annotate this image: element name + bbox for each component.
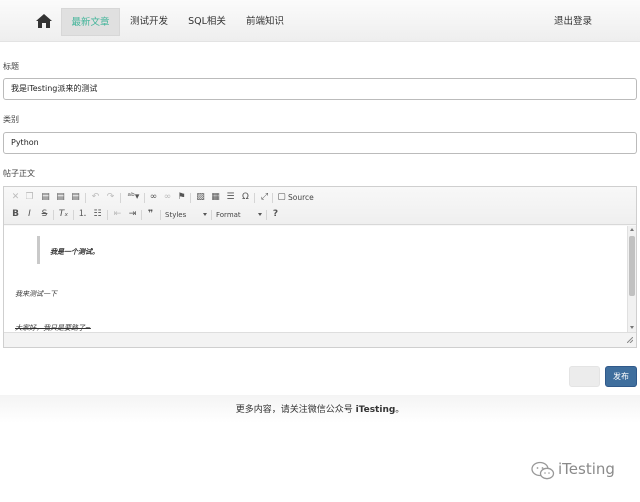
home-icon[interactable] (35, 13, 53, 29)
toolbar-separator (73, 210, 74, 220)
scroll-thumb[interactable] (629, 236, 635, 296)
nav-item-sql[interactable]: SQL相关 (184, 8, 230, 36)
help-icon[interactable]: ? (270, 209, 281, 220)
category-label: 类别 (3, 115, 19, 124)
toolbar-separator (107, 210, 108, 220)
nav-item-latest-articles[interactable]: 最新文章 (61, 8, 120, 36)
table-icon[interactable]: ▦ (210, 192, 221, 203)
toolbar-separator (254, 193, 255, 203)
disabled-button (569, 366, 600, 387)
unlink-icon[interactable]: ∞ (162, 192, 173, 203)
toolbar-row-2: B I S Tₓ ⒈ ☷ ⇤ ⇥ ❞ Styles Format ? (10, 209, 630, 222)
image-icon[interactable]: ▨ (195, 192, 206, 203)
title-input[interactable]: 我是iTesting派来的测试 (3, 78, 637, 100)
footer-text: 更多内容，请关注微信公众号 iTesting。 (0, 402, 640, 415)
content-line-3: 大家好，我只是要路了~ (15, 324, 91, 332)
bold-icon[interactable]: B (10, 209, 21, 220)
cut-icon[interactable]: ✕ (10, 192, 21, 203)
format-dropdown[interactable]: Format (216, 209, 264, 221)
toolbar-separator (266, 210, 267, 220)
toolbar-separator (144, 193, 145, 203)
toolbar-row-1: ✕ ❐ ▤ ▤ ▤ ↶ ↷ ᵃᵇ▾ ∞ ∞ ⚑ ▨ ▦ ☰ Ω ⤢ ▢ Sour… (10, 192, 630, 205)
maximize-icon[interactable]: ⤢ (259, 192, 270, 203)
toolbar-separator (141, 210, 142, 220)
top-navbar: 最新文章 测试开发 SQL相关 前端知识 退出登录 (0, 0, 640, 42)
title-label: 标题 (3, 62, 19, 71)
copy-icon[interactable]: ❐ (24, 192, 35, 203)
spellcheck-icon[interactable]: ᵃᵇ▾ (125, 192, 142, 203)
toolbar-separator (53, 210, 54, 220)
italic-icon[interactable]: I (24, 209, 35, 220)
toolbar-separator (272, 193, 273, 203)
paste-text-icon[interactable]: ▤ (55, 192, 66, 203)
blockquote-icon[interactable]: ❞ (145, 209, 156, 220)
watermark-text: iTesting (558, 460, 615, 478)
content-quote-text: 我是一个测试。 (50, 248, 99, 256)
horizontal-line-icon[interactable]: ☰ (225, 192, 236, 203)
logout-link[interactable]: 退出登录 (554, 8, 592, 36)
redo-icon[interactable]: ↷ (105, 192, 116, 203)
page: 最新文章 测试开发 SQL相关 前端知识 退出登录 标题 我是iTesting派… (0, 0, 640, 502)
chevron-down-icon (258, 213, 262, 216)
link-icon[interactable]: ∞ (148, 192, 159, 203)
rich-text-editor: ✕ ❐ ▤ ▤ ▤ ↶ ↷ ᵃᵇ▾ ∞ ∞ ⚑ ▨ ▦ ☰ Ω ⤢ ▢ Sour… (3, 186, 637, 348)
nav-item-test-dev[interactable]: 测试开发 (126, 8, 172, 36)
editor-scrollbar[interactable] (627, 226, 636, 332)
toolbar-separator (190, 193, 191, 203)
blockquote-bar (37, 236, 40, 264)
scroll-down-icon[interactable] (630, 326, 634, 329)
styles-dropdown[interactable]: Styles (165, 209, 209, 221)
strike-icon[interactable]: S (39, 209, 50, 220)
body-label: 帖子正文 (3, 169, 35, 178)
styles-dropdown-label: Styles (165, 211, 187, 219)
wechat-icon (531, 461, 555, 480)
toolbar-separator (120, 193, 121, 203)
paste-word-icon[interactable]: ▤ (70, 192, 81, 203)
toolbar-separator (160, 210, 161, 220)
footer-prefix: 更多内容，请关注微信公众号 (235, 405, 356, 415)
scroll-up-icon[interactable] (630, 228, 634, 231)
format-dropdown-label: Format (216, 211, 241, 219)
toolbar-separator (85, 193, 86, 203)
remove-format-icon[interactable]: Tₓ (58, 209, 69, 220)
indent-icon[interactable]: ⇥ (127, 209, 138, 220)
undo-icon[interactable]: ↶ (90, 192, 101, 203)
editor-statusbar (4, 332, 636, 347)
content-line-2: 我来测试一下 (15, 290, 57, 298)
publish-button[interactable]: 发布 (605, 366, 637, 387)
special-char-icon[interactable]: Ω (240, 192, 251, 203)
chevron-down-icon (203, 213, 207, 216)
source-button[interactable]: Source (288, 192, 314, 203)
nav-item-frontend[interactable]: 前端知识 (240, 8, 290, 36)
bulleted-list-icon[interactable]: ☷ (92, 209, 103, 220)
anchor-flag-icon[interactable]: ⚑ (176, 192, 187, 203)
editor-content-area[interactable]: 我是一个测试。 我来测试一下 大家好，我只是要路了~ (4, 226, 628, 332)
editor-toolbar: ✕ ❐ ▤ ▤ ▤ ↶ ↷ ᵃᵇ▾ ∞ ∞ ⚑ ▨ ▦ ☰ Ω ⤢ ▢ Sour… (4, 187, 636, 225)
numbered-list-icon[interactable]: ⒈ (77, 209, 88, 220)
toolbar-separator (211, 210, 212, 220)
outdent-icon[interactable]: ⇤ (112, 209, 123, 220)
source-icon[interactable]: ▢ (276, 192, 287, 203)
category-input[interactable]: Python (3, 132, 637, 154)
footer-suffix: 。 (395, 405, 405, 415)
paste-icon[interactable]: ▤ (40, 192, 51, 203)
resize-grip-icon[interactable] (627, 337, 633, 343)
footer-brand: iTesting (355, 405, 396, 415)
